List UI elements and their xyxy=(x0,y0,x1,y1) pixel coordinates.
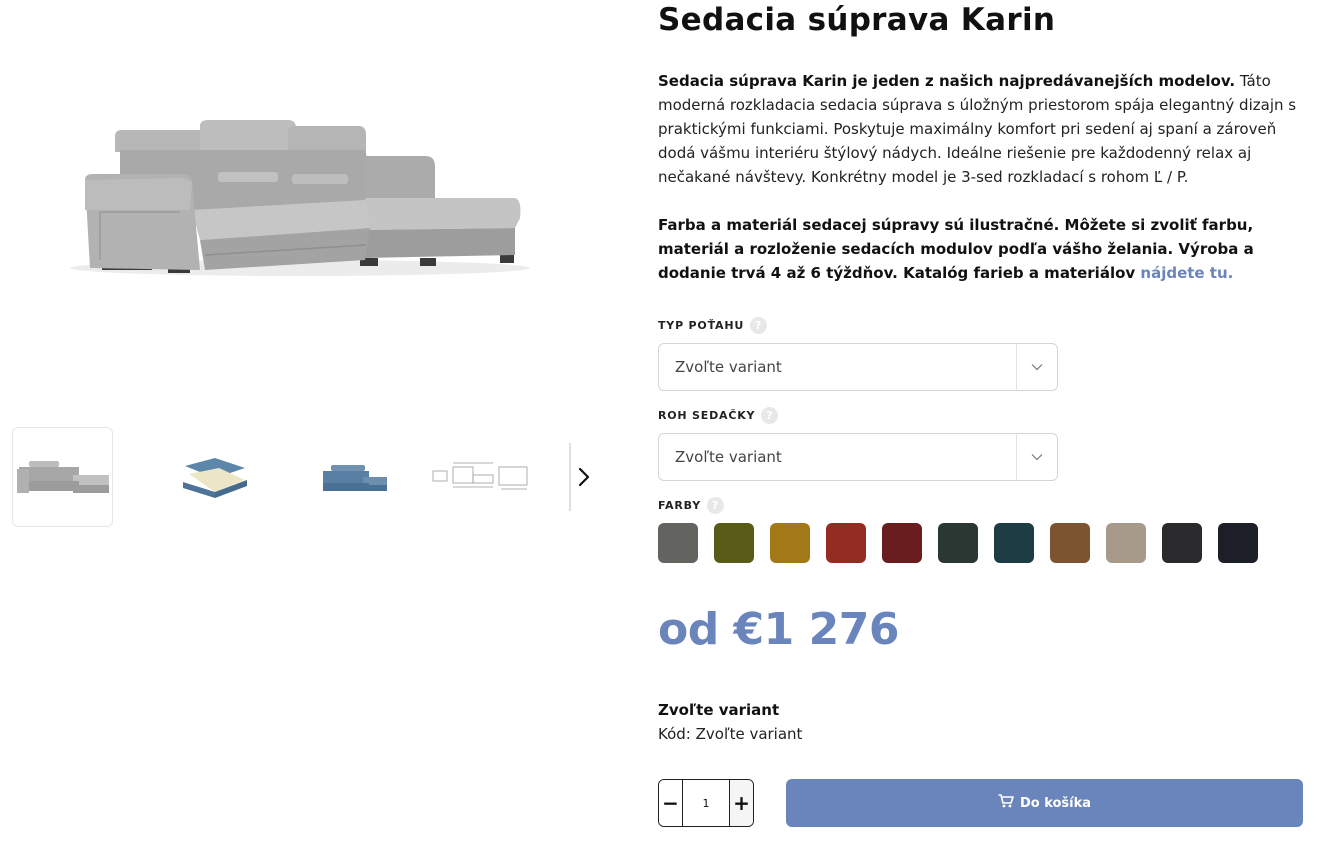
color-swatch-6[interactable] xyxy=(938,523,978,563)
thumbnail-strip xyxy=(12,427,602,527)
help-icon[interactable]: ? xyxy=(761,407,779,424)
upholstery-type-label-text: TYP POŤAHU xyxy=(658,319,745,332)
description-paragraph-1: Sedacia súprava Karin je jeden z našich … xyxy=(658,69,1308,189)
color-swatch-7[interactable] xyxy=(994,523,1034,563)
product-main-image[interactable] xyxy=(60,100,550,300)
color-swatch-8[interactable] xyxy=(1050,523,1090,563)
variant-title: Zvoľte variant xyxy=(658,701,780,719)
chevron-right-icon[interactable] xyxy=(572,457,596,497)
color-swatch-2[interactable] xyxy=(714,523,754,563)
description-paragraph-2: Farba a materiál sedacej súpravy sú ilus… xyxy=(658,213,1308,285)
color-swatch-1[interactable] xyxy=(658,523,698,563)
color-swatch-11[interactable] xyxy=(1218,523,1258,563)
product-title: Sedacia súprava Karin xyxy=(658,2,1056,38)
thumbnail-1[interactable] xyxy=(12,427,113,527)
color-swatch-5[interactable] xyxy=(882,523,922,563)
color-swatch-9[interactable] xyxy=(1106,523,1146,563)
thumbnail-3[interactable] xyxy=(304,427,405,527)
add-to-cart-label: Do košíka xyxy=(1019,795,1092,811)
description-highlight: Sedacia súprava Karin je jeden z našich … xyxy=(658,72,1236,90)
sofa-corner-value: Zvoľte variant xyxy=(675,448,782,466)
quantity-decrease-button[interactable]: − xyxy=(659,780,683,826)
sofa-corner-select[interactable]: Zvoľte variant xyxy=(658,433,1058,481)
colors-label-text: FARBY xyxy=(658,499,701,512)
quantity-increase-button[interactable]: + xyxy=(729,780,753,826)
colors-label: FARBY ? xyxy=(658,497,724,514)
color-swatch-4[interactable] xyxy=(826,523,866,563)
sofa-corner-label: ROH SEDAČKY ? xyxy=(658,407,779,424)
thumbnail-divider xyxy=(569,443,571,511)
upholstery-type-select[interactable]: Zvoľte variant xyxy=(658,343,1058,391)
variant-code: Kód: Zvoľte variant xyxy=(658,725,803,743)
thumbnail-2[interactable] xyxy=(164,427,265,527)
help-icon[interactable]: ? xyxy=(706,497,724,514)
sofa-corner-label-text: ROH SEDAČKY xyxy=(658,409,756,422)
help-icon[interactable]: ? xyxy=(750,317,768,334)
upholstery-type-value: Zvoľte variant xyxy=(675,358,782,376)
quantity-stepper: − + xyxy=(658,779,754,827)
thumbnail-4[interactable] xyxy=(430,427,531,527)
quantity-input[interactable] xyxy=(683,780,729,826)
chevron-down-icon xyxy=(1016,344,1057,390)
product-description: Sedacia súprava Karin je jeden z našich … xyxy=(658,69,1308,309)
color-swatch-3[interactable] xyxy=(770,523,810,563)
chevron-down-icon xyxy=(1016,434,1057,480)
cart-icon xyxy=(998,794,1014,812)
color-swatch-10[interactable] xyxy=(1162,523,1202,563)
color-catalog-link[interactable]: nájdete tu. xyxy=(1140,264,1233,282)
product-price: od €1 276 xyxy=(658,604,899,655)
color-swatches xyxy=(658,523,1258,563)
upholstery-type-label: TYP POŤAHU ? xyxy=(658,317,768,334)
add-to-cart-button[interactable]: Do košíka xyxy=(786,779,1303,827)
